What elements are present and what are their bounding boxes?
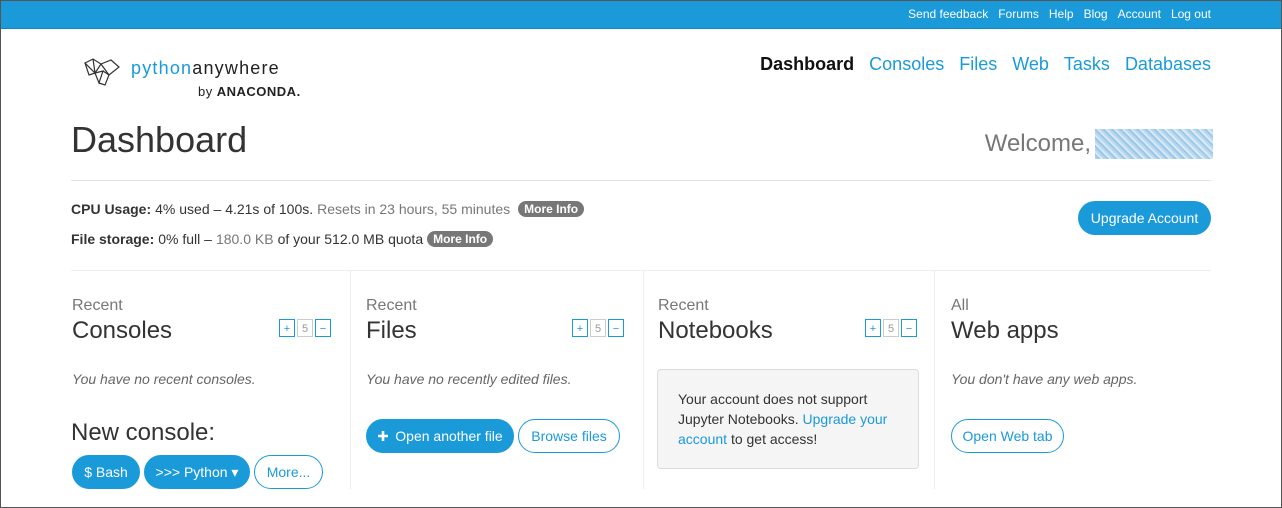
cpu-usage-value: 4% used – 4.21s of 100s. [155,201,314,217]
upgrade-account-button[interactable]: Upgrade Account [1078,201,1211,235]
consoles-increase-button[interactable]: + [279,319,295,337]
files-heading-small: Recent [366,297,417,314]
plus-icon [378,431,389,441]
consoles-count: 5 [297,319,313,337]
storage-quota: of your 512.0 MB quota [277,231,424,247]
notebooks-increase-button[interactable]: + [865,319,881,337]
column-divider [934,271,935,489]
welcome-text: Welcome, [984,130,1091,157]
help-link[interactable]: Help [1049,7,1074,21]
nav-databases[interactable]: Databases [1125,54,1211,75]
notebooks-count-pager: + 5 − [865,319,917,337]
webapps-heading: Web apps [951,317,1059,344]
column-divider [350,271,351,489]
logo-byline: by ANACONDA. [198,84,301,99]
top-bar: Send feedback Forums Help Blog Account L… [1,1,1281,29]
cpu-usage: CPU Usage: 4% used – 4.21s of 100s. Rese… [71,201,585,217]
nav-dashboard[interactable]: Dashboard [760,54,854,75]
logo-wordmark: pythonanywhere [131,58,280,79]
top-links: Send feedback Forums Help Blog Account L… [908,7,1211,21]
files-count-pager: + 5 − [572,319,624,337]
files-count: 5 [590,319,606,337]
main-nav: Dashboard Consoles Files Web Tasks Datab… [760,54,1211,75]
open-another-file-button[interactable]: Open another file [366,419,514,453]
consoles-heading: Consoles [72,317,173,344]
files-panel-heading: Recent Files [366,297,417,345]
bash-console-button[interactable]: $ Bash [72,455,140,489]
webapps-heading-small: All [951,297,969,314]
storage-percent: 0% full – [158,231,212,247]
consoles-decrease-button[interactable]: − [315,319,331,337]
cpu-more-info-badge[interactable]: More Info [518,201,585,217]
welcome-message: Welcome, [985,129,1213,159]
webapps-empty-message: You don't have any web apps. [951,371,1138,387]
file-storage-label: File storage: [71,231,155,247]
open-web-tab-button[interactable]: Open Web tab [951,419,1064,453]
cpu-usage-label: CPU Usage: [71,201,152,217]
browse-files-button[interactable]: Browse files [518,419,620,453]
column-divider [643,271,644,489]
consoles-empty-message: You have no recent consoles. [72,371,256,387]
divider [71,270,1211,271]
pythonanywhere-logo[interactable]: pythonanywhere by ANACONDA. [81,51,321,103]
cpu-reset-text: Resets in 23 hours, 55 minutes [317,201,511,217]
webapps-panel-heading: All Web apps [951,297,1059,345]
python-console-dropdown[interactable]: >>> Python ▾ [144,455,250,489]
notebooks-heading: Notebooks [658,317,773,344]
new-console-heading: New console: [71,419,216,446]
consoles-count-pager: + 5 − [279,319,331,337]
logo-brand: ANACONDA. [216,84,301,99]
consoles-panel-heading: Recent Consoles [72,297,172,345]
open-another-file-label: Open another file [395,428,503,444]
nav-tasks[interactable]: Tasks [1064,54,1110,75]
nav-web[interactable]: Web [1012,54,1049,75]
file-storage: File storage: 0% full – 180.0 KB of your… [71,231,494,247]
storage-more-info-badge[interactable]: More Info [427,231,494,247]
account-link[interactable]: Account [1118,7,1161,21]
notebooks-panel-heading: Recent Notebooks [658,297,773,345]
files-empty-message: You have no recently edited files. [366,371,572,387]
logo-by: by [198,84,213,99]
page-title: Dashboard [71,119,248,160]
divider [71,180,1211,181]
logo-word-python: python [131,58,193,78]
files-increase-button[interactable]: + [572,319,588,337]
files-decrease-button[interactable]: − [608,319,624,337]
send-feedback-link[interactable]: Send feedback [908,7,988,21]
nav-files[interactable]: Files [959,54,997,75]
notebooks-decrease-button[interactable]: − [901,319,917,337]
logo-icon [83,58,120,86]
storage-used: 180.0 KB [215,231,274,247]
blog-link[interactable]: Blog [1084,7,1108,21]
notebooks-notice-suffix: to get access! [730,431,818,447]
more-consoles-button[interactable]: More... [254,455,323,489]
logo-word-anywhere: anywhere [192,58,280,78]
forums-link[interactable]: Forums [998,7,1039,21]
logout-link[interactable]: Log out [1171,7,1211,21]
consoles-heading-small: Recent [72,297,123,314]
notebooks-unsupported-notice: Your account does not support Jupyter No… [657,369,919,469]
notebooks-heading-small: Recent [658,297,709,314]
username-redacted [1095,129,1213,159]
notebooks-count: 5 [883,319,899,337]
nav-consoles[interactable]: Consoles [869,54,944,75]
files-heading: Files [366,317,417,344]
